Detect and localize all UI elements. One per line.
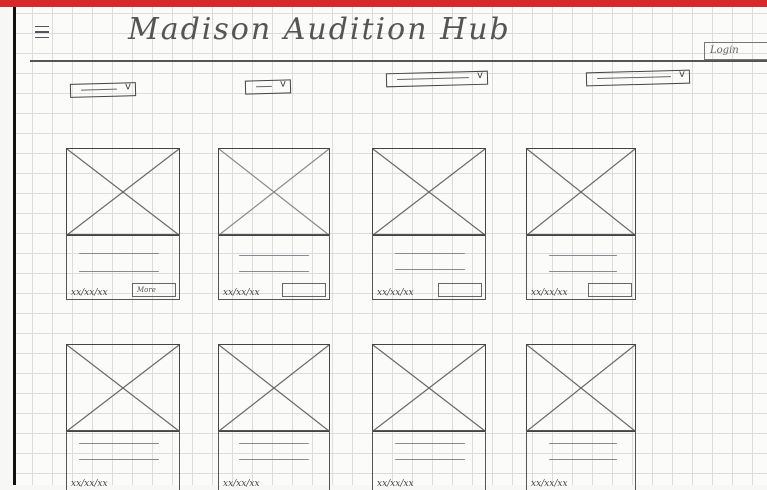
image-placeholder-icon (526, 344, 636, 432)
card-text-line (79, 271, 159, 273)
more-button[interactable] (282, 283, 326, 297)
card-text-line (239, 443, 309, 445)
filter-value-squiggle (255, 85, 273, 88)
card-body: xx/xx/xx (66, 430, 180, 490)
image-placeholder-icon (372, 344, 486, 432)
filter-dropdown-3[interactable]: v (385, 69, 489, 88)
card-text-line (239, 255, 309, 257)
card-date: xx/xx/xx (71, 479, 108, 489)
card-text-line (239, 459, 309, 461)
audition-card[interactable]: xx/xx/xx More (66, 148, 180, 302)
card-date: xx/xx/xx (223, 479, 260, 489)
browser-top-bar (0, 0, 767, 7)
card-text-line (395, 269, 465, 271)
filter-value-squiggle (80, 88, 118, 91)
audition-card[interactable]: xx/xx/xx (218, 148, 330, 302)
audition-card[interactable]: xx/xx/xx (66, 344, 180, 490)
chevron-down-icon: v (124, 81, 132, 93)
image-placeholder-icon (218, 344, 330, 432)
card-text-line (395, 443, 465, 445)
image-placeholder-icon (66, 148, 180, 236)
more-button[interactable] (588, 283, 632, 297)
card-body: xx/xx/xx (218, 430, 330, 490)
image-placeholder-icon (526, 148, 636, 236)
chevron-down-icon: v (476, 69, 484, 81)
audition-card[interactable]: xx/xx/xx (526, 148, 636, 302)
hamburger-menu-icon[interactable] (35, 26, 49, 44)
card-date: xx/xx/xx (71, 288, 108, 298)
audition-card[interactable]: xx/xx/xx (526, 344, 636, 490)
card-text-line (549, 443, 617, 445)
page-title: Madison Audition Hub (128, 12, 511, 47)
more-button[interactable]: More (132, 283, 176, 297)
card-date: xx/xx/xx (531, 479, 568, 489)
card-text-line (395, 253, 465, 255)
card-body: xx/xx/xx (526, 234, 636, 300)
card-date: xx/xx/xx (531, 288, 568, 298)
filter-dropdown-4[interactable]: v (585, 68, 691, 87)
card-text-line (79, 443, 159, 445)
card-body: xx/xx/xx More (66, 234, 180, 300)
more-button[interactable] (438, 283, 482, 297)
audition-card[interactable]: xx/xx/xx (372, 344, 486, 490)
filter-dropdown-1[interactable]: v (69, 81, 137, 98)
card-text-line (239, 271, 309, 273)
card-text-line (395, 459, 465, 461)
card-date: xx/xx/xx (377, 479, 414, 489)
card-date: xx/xx/xx (223, 288, 260, 298)
card-text-line (79, 459, 159, 461)
image-placeholder-icon (218, 148, 330, 236)
card-text-line (549, 271, 617, 273)
audition-card[interactable]: xx/xx/xx (218, 344, 330, 490)
header-divider (30, 60, 767, 62)
filter-dropdown-2[interactable]: v (244, 78, 292, 95)
card-body: xx/xx/xx (526, 430, 636, 490)
card-text-line (549, 255, 617, 257)
filter-value-squiggle (396, 77, 469, 81)
filter-value-squiggle (596, 76, 671, 80)
card-body: xx/xx/xx (218, 234, 330, 300)
image-placeholder-icon (66, 344, 180, 432)
card-text-line (549, 459, 617, 461)
chevron-down-icon: v (678, 68, 686, 80)
card-date: xx/xx/xx (377, 288, 414, 298)
chevron-down-icon: v (279, 78, 287, 90)
card-body: xx/xx/xx (372, 430, 486, 490)
audition-card[interactable]: xx/xx/xx (372, 148, 486, 302)
image-placeholder-icon (372, 148, 486, 236)
card-text-line (79, 253, 159, 255)
login-button[interactable]: Login (704, 42, 767, 60)
card-body: xx/xx/xx (372, 234, 486, 300)
